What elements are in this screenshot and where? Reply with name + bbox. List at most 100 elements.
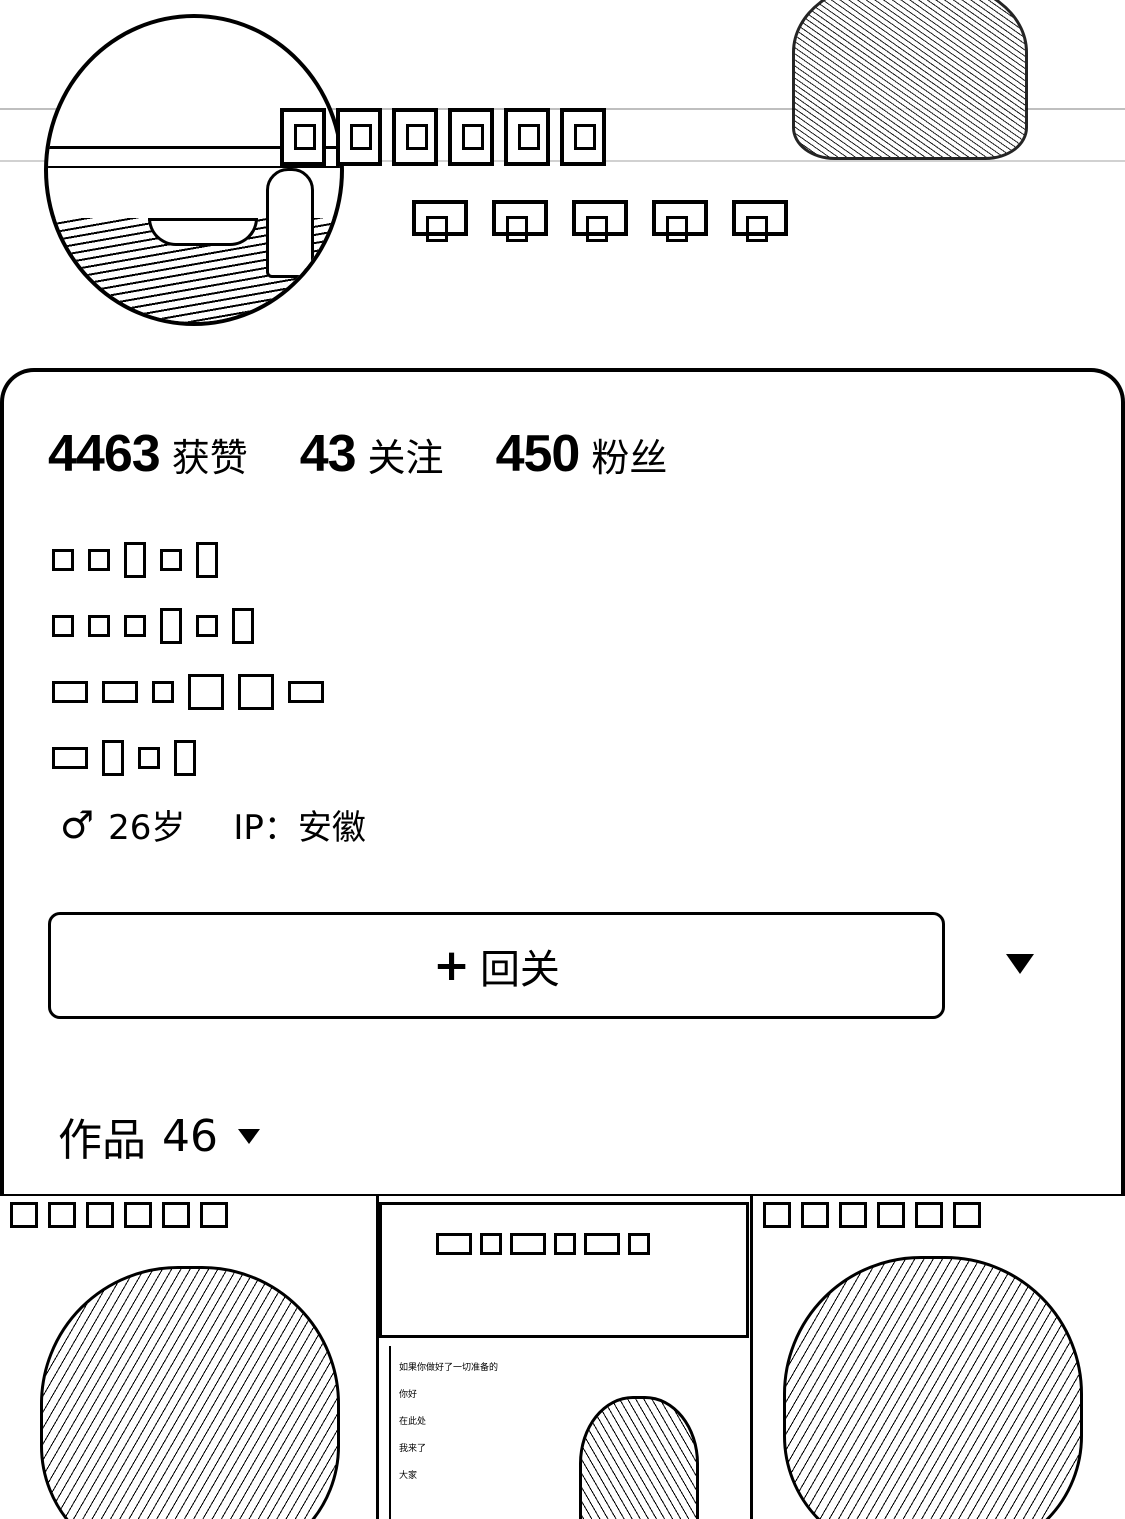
more-actions-button[interactable] [996,944,1044,984]
caption-glyph [763,1202,791,1228]
doc-line: 在此处 [399,1417,427,1427]
account-id [412,200,788,242]
thumb-caption [753,1196,1125,1260]
age-label: 26岁 [108,808,186,848]
nickname-glyph [504,108,550,166]
thumb-document: 如果你做好了一切准备的 你好 在此处 我来了 大家 [389,1346,559,1519]
bio-glyph [160,549,182,571]
caption-glyph [10,1202,38,1228]
bio-glyph [238,674,274,710]
doc-line: 大家 [399,1471,418,1481]
caption-glyph [200,1202,228,1228]
doc-line: 如果你做好了一切准备的 [399,1363,499,1373]
caption-glyph [801,1202,829,1228]
bio-glyph [102,681,138,703]
stat-followers[interactable]: 450 粉丝 [496,424,668,484]
bio-glyph [52,615,74,637]
stat-likes[interactable]: 4463 获赞 [48,424,248,484]
profile-stats: 4463 获赞 43 关注 450 粉丝 [48,424,719,484]
thumb-person-image [579,1396,699,1519]
bio-glyph [52,549,74,571]
bio-glyph [88,615,110,637]
nickname-glyph [392,108,438,166]
works-tab[interactable]: 作品 46 [58,1104,260,1168]
thumb-screen [379,1202,749,1338]
bio-glyph [124,615,146,637]
bio-glyph [138,747,160,769]
stat-following[interactable]: 43 关注 [300,424,444,484]
triangle-down-icon [1006,954,1034,974]
works-grid: 如果你做好了一切准备的 你好 在此处 我来了 大家 [0,1194,1125,1519]
account-id-glyph [572,200,628,242]
follow-back-button[interactable]: + 回关 [48,912,945,1019]
bio-line [52,606,324,646]
bio-glyph [288,681,324,703]
profile-meta: ♂ 26岁 IP： 安徽 [60,800,366,849]
bio-glyph [52,747,88,769]
bio-line [52,738,324,778]
avatar-boat [148,218,258,246]
doc-line: 你好 [399,1390,418,1400]
nickname-glyph [280,108,326,166]
caption-glyph [554,1233,576,1255]
thumb-face-image [40,1266,340,1519]
avatar-figure [266,168,314,278]
stat-following-value: 43 [299,425,357,483]
bio-glyph [124,542,146,578]
bio-line [52,672,324,712]
bio-glyph [52,681,88,703]
thumb-face-image [783,1256,1083,1519]
bio-glyph [232,608,254,644]
video-thumb-2[interactable]: 如果你做好了一切准备的 你好 在此处 我来了 大家 [376,1194,750,1519]
account-id-glyph [652,200,708,242]
thumb-caption [0,1196,376,1260]
caption-glyph [480,1233,502,1255]
video-thumb-3[interactable] [750,1194,1125,1519]
caption-glyph [48,1202,76,1228]
ip-location: 安徽 [297,808,366,848]
account-id-glyph [492,200,548,242]
stat-followers-value: 450 [495,425,581,483]
nickname-glyph [448,108,494,166]
avatar[interactable] [44,14,344,326]
caret-down-icon [238,1128,260,1144]
profile-cover [0,0,1125,380]
caption-glyph [839,1202,867,1228]
caption-glyph [86,1202,114,1228]
bio-line [52,540,324,580]
caption-glyph [162,1202,190,1228]
caption-glyph [877,1202,905,1228]
cover-rock-image [792,0,1028,160]
works-count: 46 [162,1110,218,1162]
bio-glyph [88,549,110,571]
nickname [280,108,606,166]
stat-followers-label: 粉丝 [591,436,668,480]
bio-glyph [102,740,124,776]
caption-glyph [915,1202,943,1228]
plus-icon: + [433,940,470,991]
nickname-glyph [336,108,382,166]
nickname-glyph [560,108,606,166]
caption-glyph [953,1202,981,1228]
works-label: 作品 [58,1115,146,1166]
male-icon: ♂ [60,802,95,847]
follow-back-label: 回关 [479,946,560,993]
stat-likes-label: 获赞 [171,436,248,480]
caption-glyph [124,1202,152,1228]
bio-glyph [188,674,224,710]
ip-label: IP： [233,808,298,848]
stat-following-label: 关注 [367,436,444,480]
bio-glyph [152,681,174,703]
caption-glyph [510,1233,546,1255]
account-id-glyph [732,200,788,242]
bio-glyph [196,615,218,637]
bio-glyph [196,542,218,578]
caption-glyph [436,1233,472,1255]
video-thumb-1[interactable] [0,1194,376,1519]
bio-glyph [160,608,182,644]
doc-line: 我来了 [399,1444,427,1454]
stat-likes-value: 4463 [48,425,161,483]
caption-glyph [584,1233,620,1255]
caption-glyph [628,1233,650,1255]
bio [52,540,324,804]
